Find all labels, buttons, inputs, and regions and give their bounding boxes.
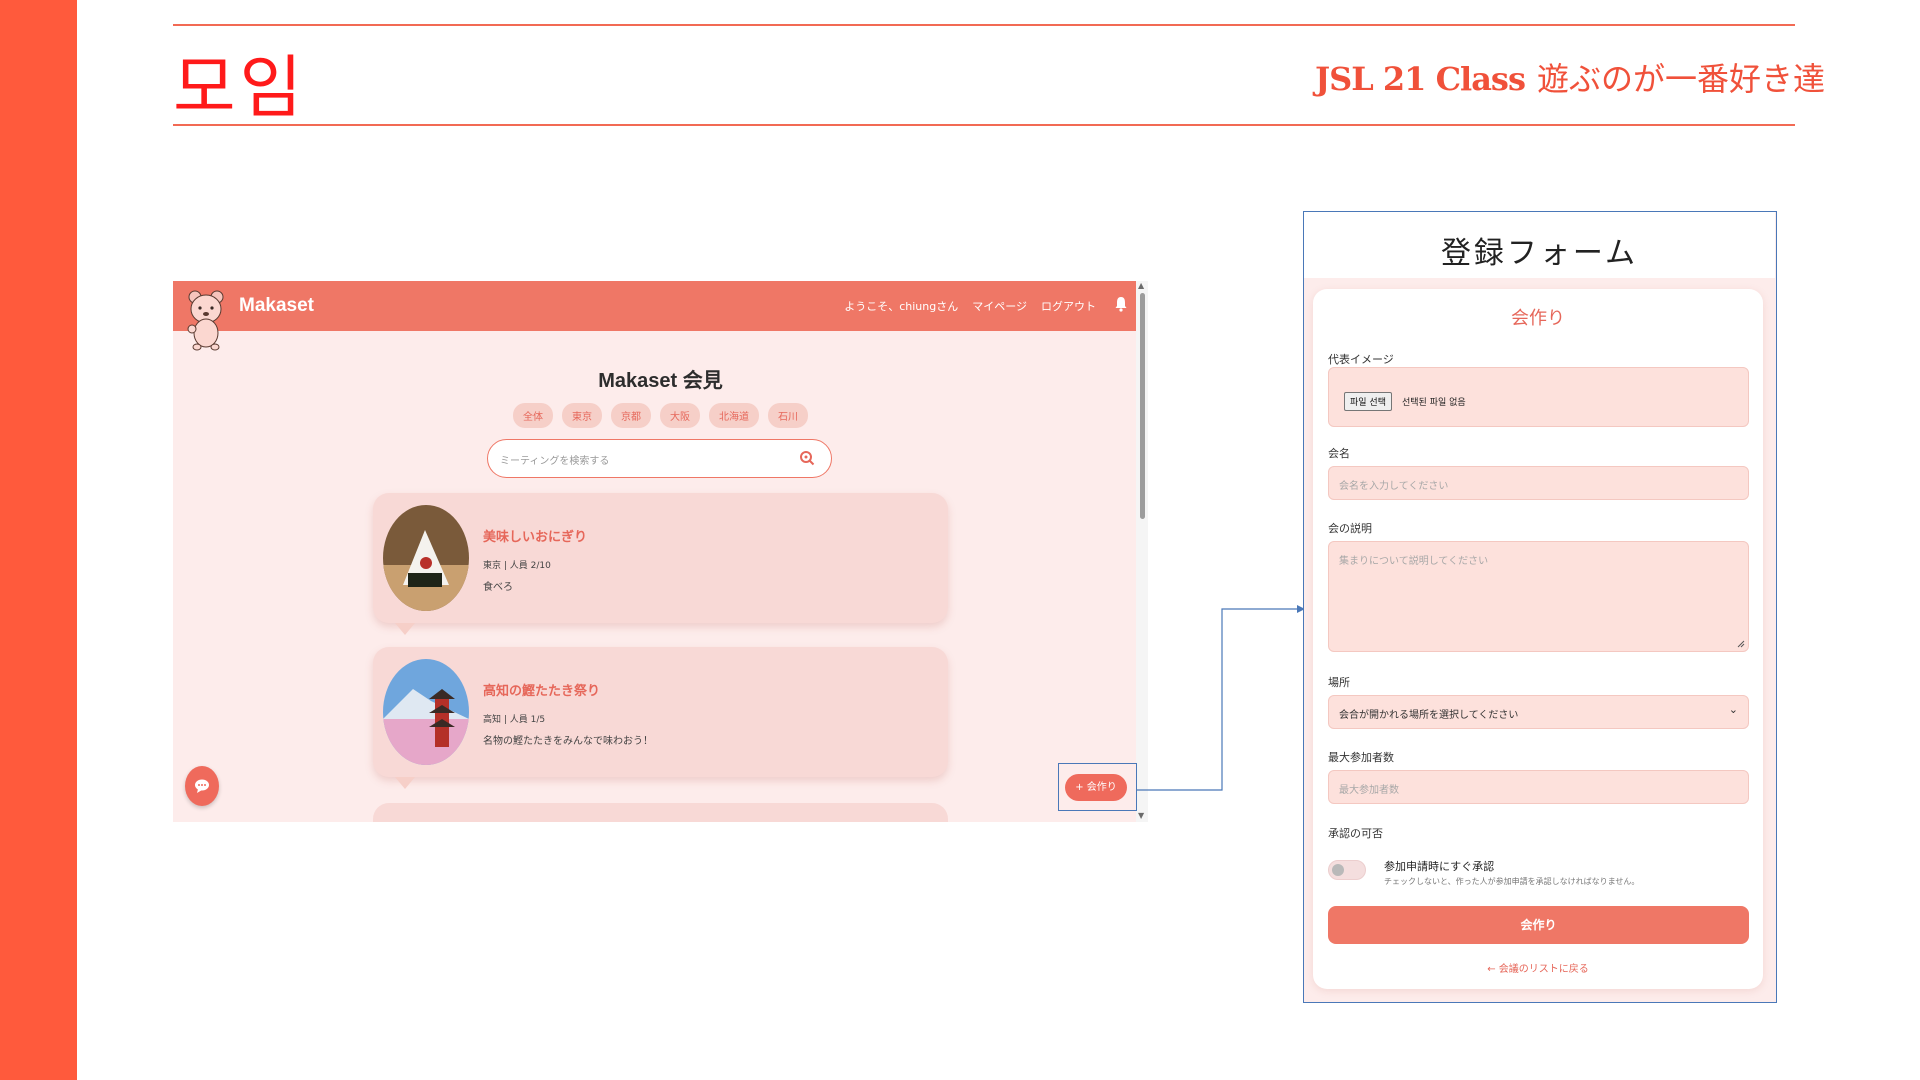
name-input[interactable]: 会名を入力してください xyxy=(1328,466,1749,500)
card-meta: 東京 | 人員 2/10 xyxy=(483,561,551,571)
slide-title: 모임 xyxy=(173,49,307,128)
card-desc: 名物の鰹たたきをみんなで味わおう！ xyxy=(483,736,653,747)
meeting-search-input[interactable]: ミーティングを検索する xyxy=(487,439,832,478)
chevron-down-icon: ⌄ xyxy=(1728,703,1738,716)
bear-logo-icon[interactable] xyxy=(187,287,225,351)
meeting-card[interactable]: 高知の鰹たたき祭り 高知 | 人員 1/5 名物の鰹たたきをみんなで味わおう！ xyxy=(373,647,948,789)
chip-tokyo[interactable]: 東京 xyxy=(562,403,602,428)
place-select[interactable]: 会合が開かれる場所を選択してください ⌄ xyxy=(1328,695,1749,729)
nav-mypage[interactable]: マイページ xyxy=(972,298,1027,314)
chip-all[interactable]: 全体 xyxy=(513,403,553,428)
top-rule xyxy=(173,24,1795,26)
toggle-knob xyxy=(1332,864,1344,876)
form-card-title: 会作り xyxy=(1511,308,1565,329)
card-title[interactable]: 美味しいおにぎり xyxy=(483,526,587,545)
meeting-card-partial[interactable] xyxy=(373,803,948,822)
scroll-up-arrow[interactable]: ▲ xyxy=(1138,281,1144,290)
registration-form-screenshot: 登録フォーム 会作り 代表イメージ 파일 선택 선택된 파일 없음 会名 会名を… xyxy=(1303,211,1777,1003)
nav-logout[interactable]: ログアウト xyxy=(1041,298,1096,314)
card-desc: 食べろ xyxy=(483,582,513,593)
search-placeholder: ミーティングを検索する xyxy=(500,456,610,467)
approval-toggle[interactable] xyxy=(1328,860,1366,880)
approval-label: 承認の可否 xyxy=(1328,827,1383,840)
form-window-title: 登録フォーム xyxy=(1440,236,1639,271)
scroll-down-arrow[interactable]: ▼ xyxy=(1138,811,1144,820)
chip-osaka[interactable]: 大阪 xyxy=(660,403,700,428)
create-meeting-form: 会作り 代表イメージ 파일 선택 선택된 파일 없음 会名 会名を入力してくださ… xyxy=(1313,289,1763,989)
description-textarea[interactable]: 集まりについて説明してください xyxy=(1328,541,1749,652)
max-participants-placeholder: 最大参加者数 xyxy=(1339,785,1399,796)
approval-toggle-label: 参加申請時にすぐ承認 xyxy=(1384,860,1495,873)
name-placeholder: 会名を入力してください xyxy=(1339,481,1449,492)
slide: 모임 JSL 21 Class 遊ぶのが一番好き達 Makaset ようこそ、ch… xyxy=(0,0,1920,1080)
file-select-button[interactable]: 파일 선택 xyxy=(1344,392,1392,411)
form-header: 登録フォーム xyxy=(1304,212,1775,278)
left-accent-band xyxy=(0,0,77,1080)
max-participants-input[interactable]: 最大参加者数 xyxy=(1328,770,1749,804)
approval-help-text: チェックしないと、作った人が参加申請を承認しなければなりません。 xyxy=(1384,877,1640,886)
page-heading: Makaset 会見 xyxy=(598,370,723,392)
card-pointer xyxy=(395,777,415,789)
app-screenshot: Makaset ようこそ、chiungさん マイページ ログアウト Makase… xyxy=(173,281,1148,822)
image-label: 代表イメージ xyxy=(1328,353,1394,366)
slide-subtitle: JSL 21 Class 遊ぶのが一番好き達 xyxy=(1315,54,1825,100)
max-participants-label: 最大参加者数 xyxy=(1328,751,1394,764)
place-label: 場所 xyxy=(1328,676,1350,689)
bottom-rule xyxy=(173,124,1795,126)
meeting-card[interactable]: 美味しいおにぎり 東京 | 人員 2/10 食べろ xyxy=(373,493,948,635)
name-label: 会名 xyxy=(1328,447,1350,460)
welcome-text: ようこそ、chiungさん xyxy=(844,300,959,313)
nav-links: ようこそ、chiungさん マイページ ログアウト xyxy=(844,298,1096,314)
chat-icon xyxy=(195,779,209,793)
back-to-list-link[interactable]: ← 会議のリストに戻る xyxy=(1313,960,1763,975)
file-status: 선택된 파일 없음 xyxy=(1402,398,1466,408)
chip-ishikawa[interactable]: 石川 xyxy=(768,403,808,428)
pagoda-fuji-image xyxy=(383,659,469,765)
subtitle-tagline: 遊ぶのが一番好き達 xyxy=(1536,60,1825,98)
image-file-field[interactable]: 파일 선택 선택된 파일 없음 xyxy=(1328,367,1749,427)
submit-button[interactable]: 会作り xyxy=(1328,906,1749,944)
subtitle-class: JSL 21 Class xyxy=(1315,60,1526,98)
description-label: 会の説明 xyxy=(1328,522,1372,535)
chip-kyoto[interactable]: 京都 xyxy=(611,403,651,428)
search-icon[interactable] xyxy=(799,450,815,466)
chat-button[interactable] xyxy=(185,766,219,806)
description-placeholder: 集まりについて説明してください xyxy=(1339,556,1489,567)
brand-name[interactable]: Makaset xyxy=(239,295,314,317)
place-selected-value: 会合が開かれる場所を選択してください xyxy=(1339,710,1519,721)
region-filter-chips: 全体 東京 京都 大阪 北海道 石川 xyxy=(173,403,1148,428)
card-meta: 高知 | 人員 1/5 xyxy=(483,715,546,725)
connector-arrow xyxy=(1137,605,1305,791)
resize-handle-icon[interactable] xyxy=(1737,640,1745,648)
chip-hokkaido[interactable]: 北海道 xyxy=(709,403,759,428)
create-button-highlight xyxy=(1058,763,1137,811)
scrollbar-thumb[interactable] xyxy=(1140,293,1145,519)
card-title[interactable]: 高知の鰹たたき祭り xyxy=(483,680,600,699)
card-pointer xyxy=(395,623,415,635)
bell-icon[interactable] xyxy=(1114,296,1128,312)
onigiri-image xyxy=(383,505,469,611)
app-navbar: Makaset ようこそ、chiungさん マイページ ログアウト xyxy=(173,281,1148,351)
